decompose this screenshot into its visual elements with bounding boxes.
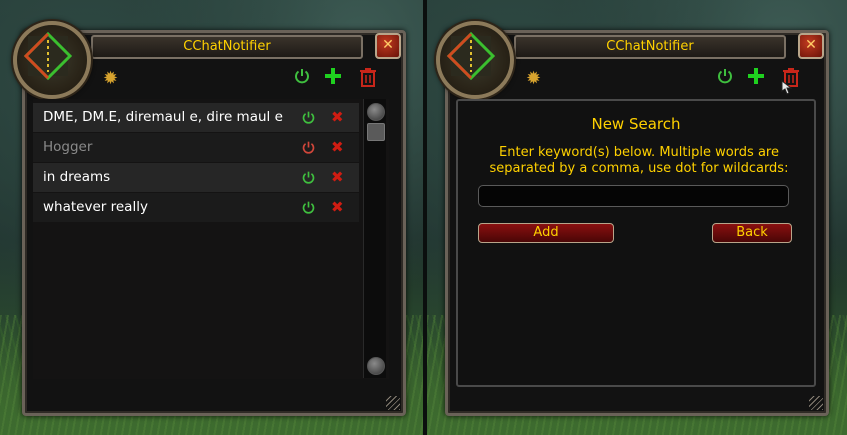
toggle-all-power-icon[interactable] (716, 67, 734, 85)
list-item[interactable]: Hogger ✖ (33, 133, 359, 162)
logo-diamond-icon (446, 31, 496, 81)
add-plus-icon[interactable] (323, 66, 343, 86)
disabled-power-icon[interactable] (301, 140, 316, 155)
scrollbar[interactable] (363, 99, 386, 378)
toggle-all-power-icon[interactable] (293, 67, 311, 85)
back-button[interactable]: Back (712, 223, 792, 243)
add-button[interactable]: Add (478, 223, 614, 243)
search-label: Hogger (43, 139, 93, 155)
resize-grip-icon[interactable] (809, 396, 823, 410)
enabled-power-icon[interactable] (301, 200, 316, 215)
panel-title: New Search (591, 115, 681, 133)
add-plus-icon[interactable] (746, 66, 766, 86)
keyword-input[interactable] (478, 185, 789, 207)
right-screenshot: CChatNotifier ✕ ✹ New Search Enter keywo… (427, 0, 847, 435)
close-button[interactable]: ✕ (375, 33, 401, 59)
resize-grip-icon[interactable] (386, 396, 400, 410)
search-label: whatever really (43, 199, 148, 215)
settings-gear-icon[interactable]: ✹ (526, 68, 541, 89)
list-item[interactable]: DME, DM.E, diremaul e, dire maul e ✖ (33, 103, 359, 132)
delete-all-trash-icon[interactable] (359, 67, 377, 87)
chat-notifier-window: CChatNotifier ✕ ✹ (436, 21, 829, 416)
new-search-panel: New Search Enter keyword(s) below. Multi… (456, 99, 816, 387)
delete-x-icon[interactable]: ✖ (331, 109, 344, 125)
settings-gear-icon[interactable]: ✹ (103, 68, 118, 89)
scroll-down-icon[interactable] (367, 357, 385, 375)
addon-logo (436, 21, 514, 99)
panel-description: Enter keyword(s) below. Multiple words a… (489, 145, 789, 176)
left-screenshot: CChatNotifier ✕ ✹ DME, DM.E, diremaul e,… (0, 0, 423, 435)
delete-x-icon[interactable]: ✖ (331, 199, 344, 215)
chat-notifier-window: CChatNotifier ✕ ✹ (13, 21, 406, 416)
delete-x-icon[interactable]: ✖ (331, 169, 344, 185)
search-label: DME, DM.E, diremaul e, dire maul e (43, 109, 283, 125)
window-title[interactable]: CChatNotifier (514, 35, 786, 59)
scroll-up-icon[interactable] (367, 103, 385, 121)
window-title[interactable]: CChatNotifier (91, 35, 363, 59)
addon-logo (13, 21, 91, 99)
search-list: DME, DM.E, diremaul e, dire maul e ✖ Hog… (33, 99, 389, 379)
enabled-power-icon[interactable] (301, 110, 316, 125)
scroll-thumb[interactable] (367, 123, 385, 141)
close-button[interactable]: ✕ (798, 33, 824, 59)
logo-diamond-icon (23, 31, 73, 81)
hand-cursor-icon (781, 79, 793, 95)
search-label: in dreams (43, 169, 111, 185)
list-item[interactable]: in dreams ✖ (33, 163, 359, 192)
enabled-power-icon[interactable] (301, 170, 316, 185)
list-item[interactable]: whatever really ✖ (33, 193, 359, 222)
delete-x-icon[interactable]: ✖ (331, 139, 344, 155)
